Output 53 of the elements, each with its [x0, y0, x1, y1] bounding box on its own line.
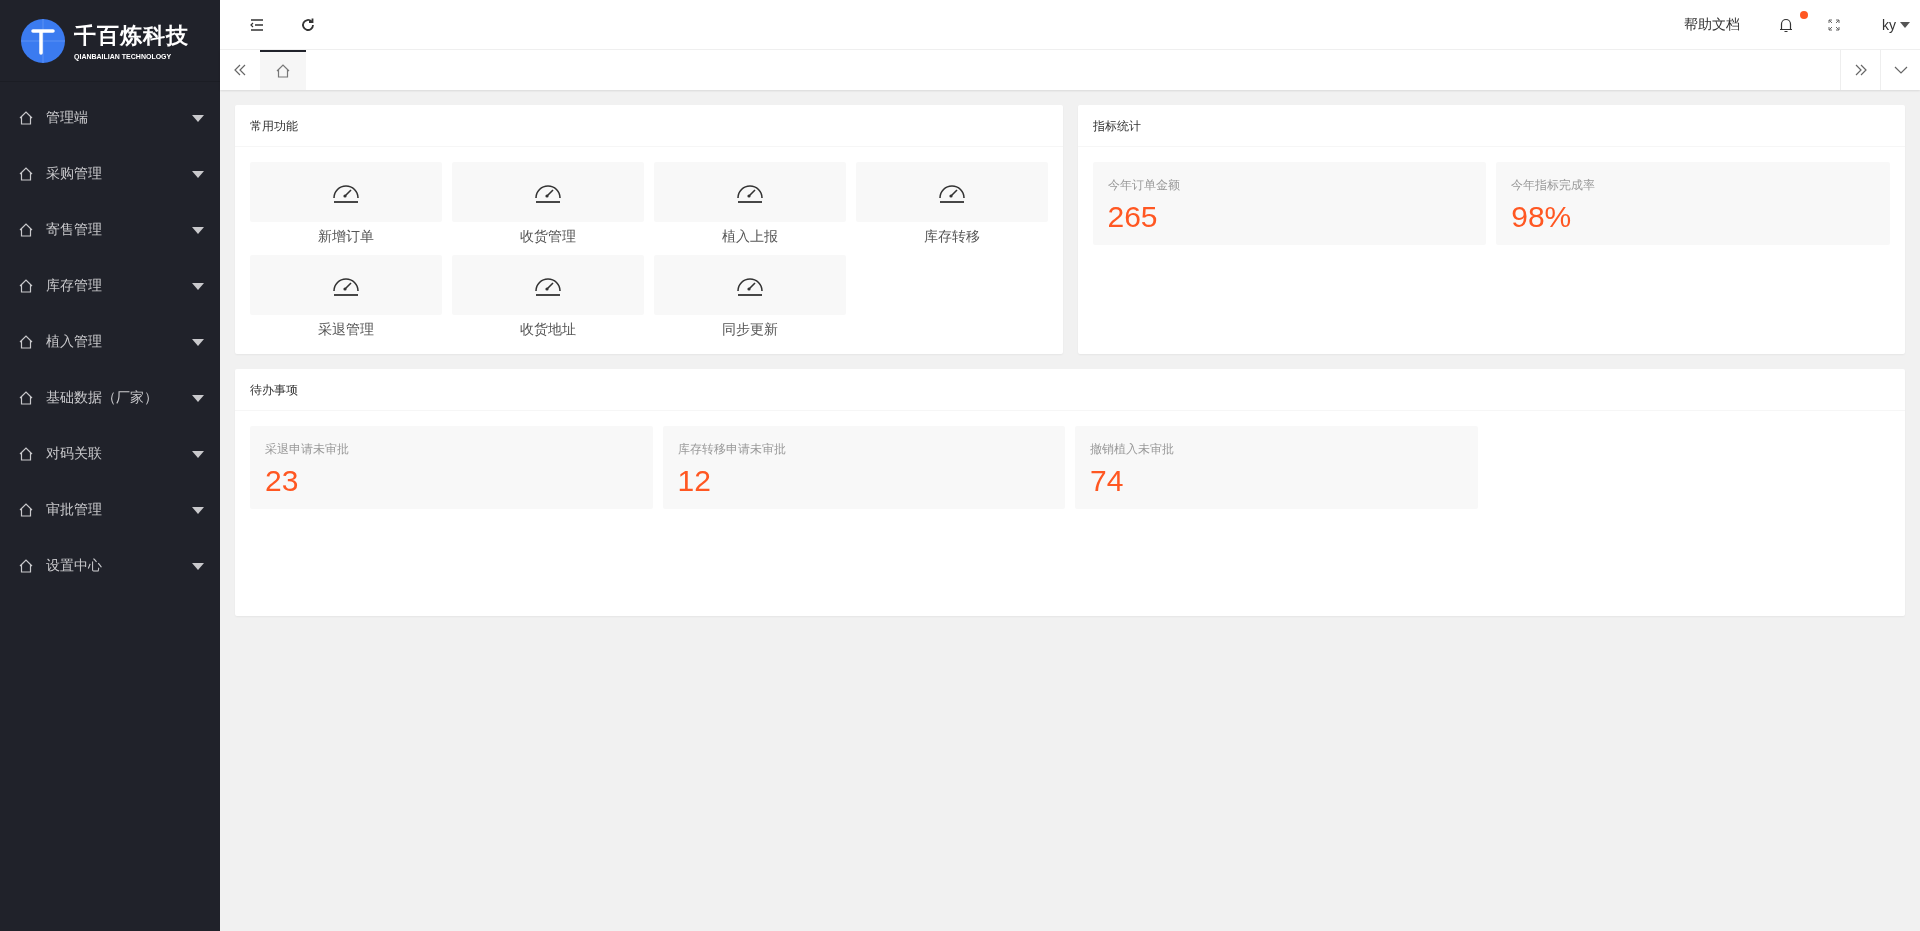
home-icon: [18, 446, 34, 462]
caret-icon: [192, 450, 204, 458]
caret-icon: [192, 282, 204, 290]
sidebar-item[interactable]: 审批管理: [0, 482, 220, 538]
caret-icon: [192, 114, 204, 122]
home-icon: [18, 390, 34, 406]
sidebar-item[interactable]: 库存管理: [0, 258, 220, 314]
home-tab[interactable]: [260, 50, 306, 90]
caret-icon: [192, 394, 204, 402]
logo-icon: [20, 17, 66, 64]
home-icon: [18, 278, 34, 294]
stat-value: 98%: [1511, 200, 1573, 234]
home-icon: [18, 222, 34, 238]
caret-icon: [192, 226, 204, 234]
home-icon: [18, 558, 34, 574]
stat-value: 23: [265, 464, 300, 498]
stat-value: 265: [1107, 200, 1159, 234]
stat-value: 74: [1090, 464, 1125, 498]
logo-title: 千百炼科技: [74, 22, 189, 50]
home-icon: [18, 334, 34, 350]
fullscreen-icon[interactable]: [1828, 18, 1840, 31]
refresh-icon[interactable]: [300, 16, 316, 33]
sidebar-item[interactable]: 植入管理: [0, 314, 220, 370]
sidebar-item[interactable]: 设置中心: [0, 538, 220, 594]
caret-icon: [192, 562, 204, 570]
stat-label: 采退申请未审批: [265, 441, 350, 458]
home-icon: [18, 502, 34, 518]
sidebar-item[interactable]: 采购管理: [0, 146, 220, 202]
user-menu[interactable]: ky: [1882, 16, 1910, 33]
card-title: 常用功能: [235, 105, 1063, 147]
caret-icon: [192, 170, 204, 178]
home-icon: [18, 166, 34, 182]
caret-icon: [192, 338, 204, 346]
help-docs-link[interactable]: 帮助文档: [1684, 15, 1740, 34]
home-icon: [275, 63, 291, 79]
card-title: 待办事项: [235, 369, 1905, 411]
sidebar-item[interactable]: 寄售管理: [0, 202, 220, 258]
card-title: 指标统计: [1077, 105, 1905, 147]
bell-icon[interactable]: [1778, 16, 1794, 33]
stat-label: 撤销植入未审批: [1090, 441, 1175, 458]
caret-icon: [1900, 21, 1910, 28]
sidebar-item[interactable]: 基础数据（厂家）: [0, 370, 220, 426]
double-chevron-right-icon: [1853, 63, 1868, 77]
sidebar-item[interactable]: 管理端: [0, 90, 220, 146]
stat-label: 今年指标完成率: [1511, 177, 1597, 194]
caret-icon: [192, 506, 204, 514]
stat-value: 12: [677, 464, 712, 498]
double-chevron-left-icon: [233, 63, 247, 77]
menu-icon[interactable]: [250, 17, 264, 32]
home-icon: [18, 110, 34, 126]
sidebar-item[interactable]: 对码关联: [0, 426, 220, 482]
stat-label: 今年订单金额: [1107, 177, 1181, 194]
stat-label: 库存转移申请未审批: [677, 441, 787, 458]
